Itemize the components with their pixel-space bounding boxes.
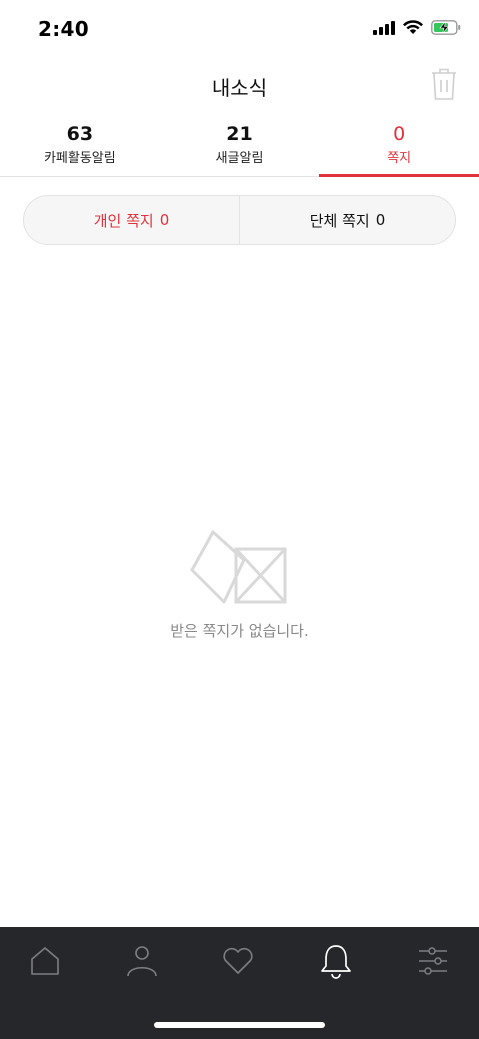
delete-button[interactable] (429, 66, 459, 102)
home-indicator (154, 1022, 325, 1028)
empty-state: 받은 쪽지가 없습니다. (0, 530, 479, 641)
tab-count: 63 (66, 123, 94, 145)
bell-icon (321, 945, 351, 979)
segment-count: 0 (375, 211, 386, 229)
segment-label: 단체 쪽지 (309, 211, 370, 230)
personal-messages-button[interactable]: 개인 쪽지 0 (24, 196, 239, 244)
tab-label: 새글알림 (215, 151, 264, 166)
tab-count: 0 (393, 123, 406, 145)
notification-tabs: 63 카페활동알림 21 새글알림 0 쪽지 (0, 114, 479, 177)
nav-home[interactable] (15, 941, 75, 981)
tab-messages[interactable]: 0 쪽지 (319, 114, 479, 177)
empty-message: 받은 쪽지가 없습니다. (170, 622, 309, 640)
status-time: 2:40 (38, 17, 89, 41)
nav-settings[interactable] (403, 941, 463, 981)
nav-favorites[interactable] (208, 941, 268, 981)
group-messages-button[interactable]: 단체 쪽지 0 (239, 196, 455, 244)
page-title: 내소식 (211, 76, 268, 100)
battery-charging-icon (431, 20, 461, 35)
header: 내소식 (0, 58, 479, 114)
segment-count: 0 (159, 211, 170, 229)
cellular-signal-icon (373, 20, 395, 35)
tab-label: 쪽지 (387, 151, 412, 166)
tab-new-posts[interactable]: 21 새글알림 (160, 114, 320, 176)
settings-sliders-icon (419, 947, 447, 975)
nav-profile[interactable] (112, 941, 172, 981)
person-icon (127, 946, 157, 977)
segment-label: 개인 쪽지 (93, 211, 154, 230)
status-bar: 2:40 (0, 0, 479, 58)
tab-count: 21 (226, 123, 253, 145)
tab-label: 카페활동알림 (43, 151, 116, 166)
trash-icon (432, 68, 456, 100)
wifi-icon (403, 20, 423, 34)
status-icons (373, 20, 461, 35)
heart-icon (223, 947, 253, 974)
message-type-segment: 개인 쪽지 0 단체 쪽지 0 (23, 195, 456, 245)
envelope-icon (190, 530, 286, 604)
home-icon (31, 947, 59, 975)
tab-cafe-activity[interactable]: 63 카페활동알림 (0, 114, 160, 176)
nav-notifications[interactable] (306, 941, 366, 981)
